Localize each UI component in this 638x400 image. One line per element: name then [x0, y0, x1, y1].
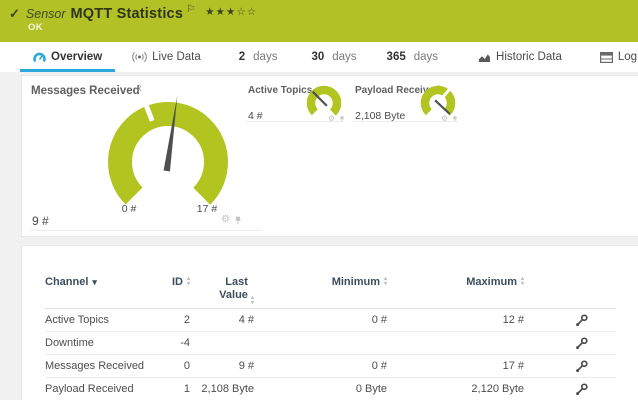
channel-settings-button[interactable] [575, 383, 594, 396]
gauge-icon [33, 51, 46, 64]
log-list-icon [600, 52, 613, 63]
column-header-maximum[interactable]: Maximum ▴▾ [387, 276, 524, 288]
table-row[interactable]: Active Topics 2 4 # 0 # 12 # [45, 309, 616, 332]
channel-name[interactable]: Messages Received [45, 360, 145, 372]
divider [246, 121, 343, 122]
table-row[interactable]: Downtime -4 [45, 332, 616, 355]
gauge-title-active-topics: Active Topics [248, 85, 312, 96]
channel-last-value: 4 # [190, 314, 254, 326]
channel-settings-button[interactable] [575, 314, 594, 327]
star-icon[interactable]: ☆ [236, 6, 246, 18]
sort-toggle-icon: ▴▾ [384, 277, 387, 286]
column-header-channel[interactable]: Channel ▾ [45, 276, 145, 288]
sort-toggle-icon: ▴▾ [521, 277, 524, 286]
channel-maximum: 12 # [387, 314, 524, 326]
divider [30, 230, 262, 231]
channel-last-value: 9 # [190, 360, 254, 372]
gauge-current-value: 9 # [32, 214, 49, 228]
chart-icon [478, 52, 491, 63]
tab-label-unit: days [332, 51, 356, 63]
channel-minimum: 0 # [254, 314, 387, 326]
gauge-min-label: 0 # [122, 203, 137, 215]
edit-channel-icon [575, 360, 588, 373]
tab-label: Live Data [152, 51, 201, 63]
table-header-row: Channel ▾ ID ▴▾ Last Value ▴▾ Minimum ▴▾ [45, 246, 616, 309]
tab-label-number: 365 [387, 51, 406, 63]
star-icon[interactable]: ★ [215, 6, 225, 18]
channel-minimum: 0 # [254, 360, 387, 372]
column-header-id[interactable]: ID ▴▾ [145, 276, 190, 288]
tab-log[interactable]: Log [587, 42, 638, 72]
channels-table-panel: Channel ▾ ID ▴▾ Last Value ▴▾ Minimum ▴▾ [22, 246, 638, 400]
tab-historic-data[interactable]: Historic Data [465, 42, 575, 72]
channel-name[interactable]: Payload Received [45, 383, 145, 395]
channel-id: 2 [145, 314, 190, 326]
column-header-last-value[interactable]: Last Value ▴▾ [190, 276, 254, 304]
tab-label: Log [618, 51, 637, 63]
star-icon[interactable]: ☆ [247, 6, 257, 18]
status-ok-check-icon: ✓ [9, 6, 20, 22]
tab-label-unit: days [414, 51, 438, 63]
gauge-toolbar[interactable]: ⚙ [221, 215, 242, 225]
object-kind-label: Sensor [26, 7, 66, 21]
tab-label-number: 2 [239, 51, 245, 63]
tab-label: Historic Data [496, 51, 562, 63]
tab-label-number: 30 [311, 51, 324, 63]
channel-id: 0 [145, 360, 190, 372]
gauge-max-label: 17 # [197, 203, 217, 215]
tab-30-days[interactable]: 30 days [298, 42, 369, 72]
tab-label-unit: days [253, 51, 277, 63]
column-header-minimum[interactable]: Minimum ▴▾ [254, 276, 387, 288]
sort-toggle-icon: ▴▾ [251, 296, 254, 305]
priority-flag-icon[interactable]: ⚐ [186, 4, 195, 15]
live-signal-icon [132, 51, 147, 63]
edit-channel-icon [575, 383, 588, 396]
gear-icon[interactable]: ⚙ [221, 215, 230, 225]
channel-name[interactable]: Active Topics [45, 314, 145, 326]
priority-stars[interactable]: ★★★☆☆ [205, 6, 257, 18]
table-row[interactable]: Messages Received 0 9 # 0 # 17 # [45, 355, 616, 378]
divider [353, 121, 459, 122]
gauge-average-marker: x̄ [137, 83, 142, 93]
channel-last-value: 2,108 Byte [190, 383, 254, 395]
sort-desc-icon: ▾ [92, 276, 97, 288]
channel-settings-button[interactable] [575, 360, 594, 373]
edit-channel-icon [575, 314, 588, 327]
pin-icon[interactable] [234, 216, 242, 225]
sensor-status-badge: OK [28, 22, 638, 33]
channel-minimum: 0 Byte [254, 383, 387, 395]
sensor-status-header: ✓ Sensor MQTT Statistics ⚐ ★★★☆☆ OK [0, 0, 638, 42]
channel-maximum: 17 # [387, 360, 524, 372]
tab-live-data[interactable]: Live Data [119, 42, 214, 72]
edit-channel-icon [575, 337, 588, 350]
tab-label: Overview [51, 51, 102, 63]
channel-maximum: 2,120 Byte [387, 383, 524, 395]
star-icon[interactable]: ★ [226, 6, 236, 18]
channel-id: -4 [145, 337, 190, 349]
star-icon[interactable]: ★ [205, 6, 215, 18]
tab-365-days[interactable]: 365 days [374, 42, 451, 72]
channel-name[interactable]: Downtime [45, 337, 145, 349]
channel-id: 1 [145, 383, 190, 395]
table-row[interactable]: Payload Received 1 2,108 Byte 0 Byte 2,1… [45, 378, 616, 400]
prtg-sensor-page: ✓ Sensor MQTT Statistics ⚐ ★★★☆☆ OK Over… [0, 0, 638, 400]
gauges-panel: Messages Received x̄ 0 # 17 # 9 # ⚙ Acti… [22, 76, 638, 236]
tab-bar: Overview Live Data 2days 30days 365days … [0, 42, 638, 72]
page-title: MQTT Statistics [71, 6, 184, 22]
tab-overview[interactable]: Overview [20, 42, 115, 72]
channel-settings-button[interactable] [575, 337, 594, 350]
tab-2-days[interactable]: 2 days [226, 42, 291, 72]
sort-toggle-icon: ▴▾ [187, 277, 190, 286]
